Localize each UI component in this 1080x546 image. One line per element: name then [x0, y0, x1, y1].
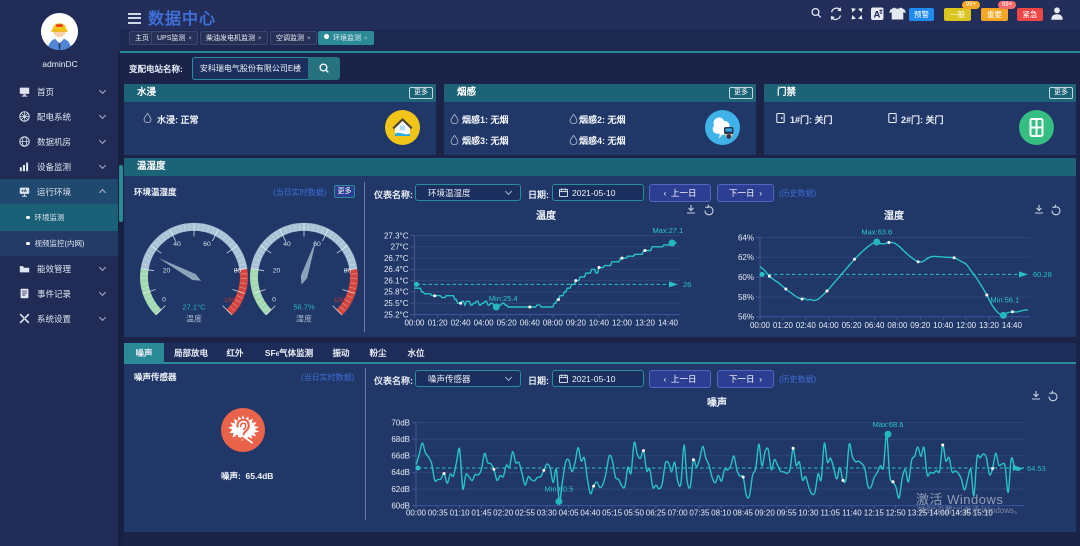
svg-text:A: A — [874, 10, 881, 21]
